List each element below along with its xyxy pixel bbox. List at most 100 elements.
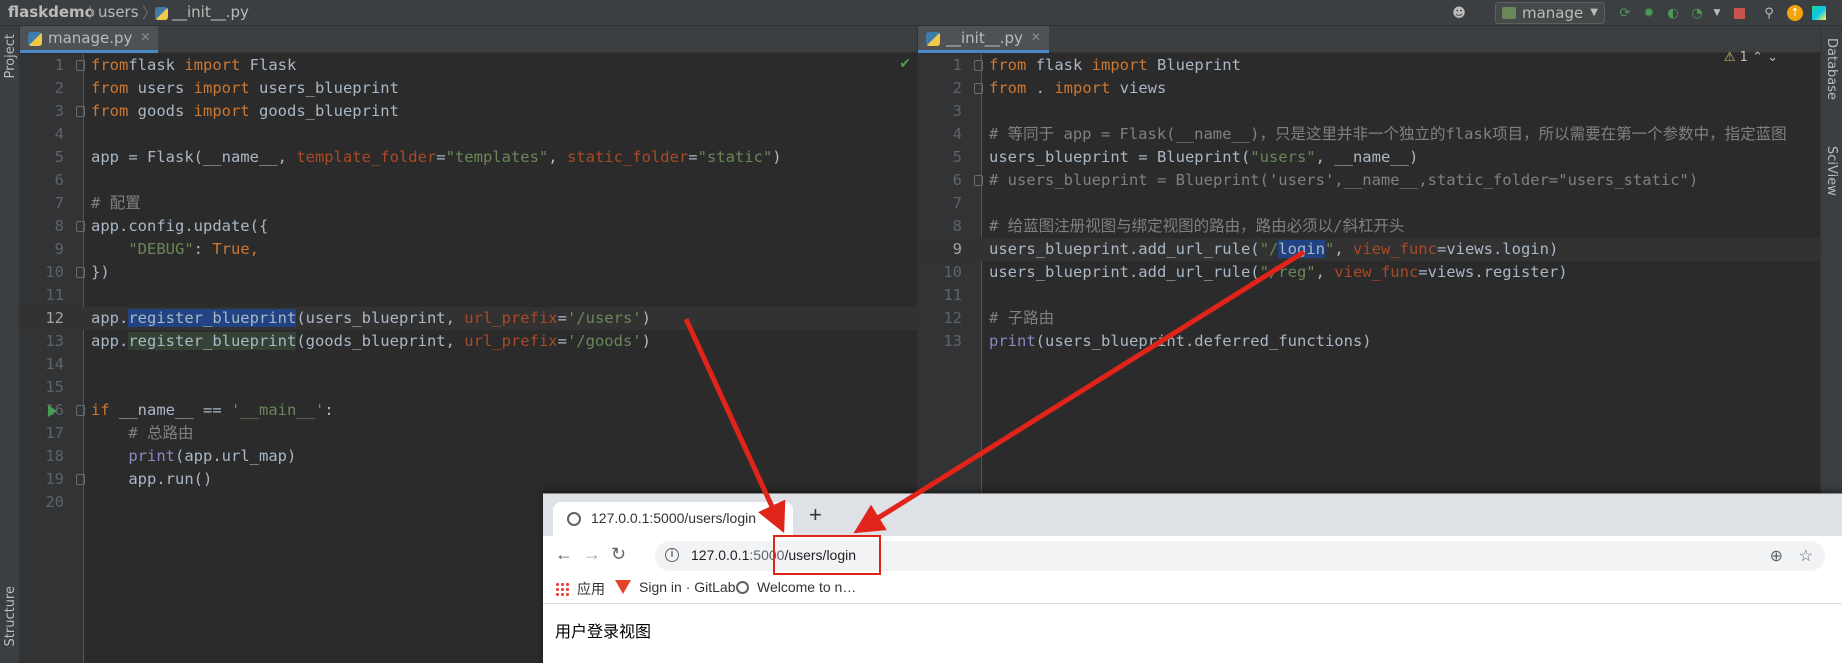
code-line[interactable]: 19 app.run() <box>20 468 917 491</box>
zoom-icon[interactable]: ⊕ <box>1770 546 1783 566</box>
code-line[interactable]: 18 print(app.url_map) <box>20 445 917 468</box>
bookmark-gitlab[interactable]: Sign in · GitLab <box>615 579 736 595</box>
stop-icon[interactable] <box>1730 4 1748 22</box>
profile-icon[interactable]: ◔ <box>1688 4 1706 22</box>
reload-icon[interactable]: ↻ <box>611 544 626 565</box>
forward-icon[interactable]: → <box>583 544 601 565</box>
code-line[interactable]: 11 <box>918 284 1820 307</box>
code-line[interactable]: 17 # 总路由 <box>20 422 917 445</box>
code-line[interactable]: 3 from goods import goods_blueprint <box>20 100 917 123</box>
fold-marker-icon[interactable] <box>76 60 85 71</box>
breadcrumb-file[interactable]: __init__.py <box>172 3 249 21</box>
structure-tool-button[interactable]: Structure <box>3 586 18 646</box>
code-text: # 配置 <box>91 192 141 215</box>
code-line[interactable]: 1 fromflask import Flask <box>20 54 917 77</box>
bookmark-apps[interactable]: 应用 <box>555 579 605 599</box>
code-line[interactable]: 12 # 子路由 <box>918 307 1820 330</box>
bookmark-welcome[interactable]: Welcome to n… <box>736 579 856 595</box>
close-icon[interactable]: ✕ <box>771 510 783 527</box>
code-line[interactable]: 6 <box>20 169 917 192</box>
breadcrumb-project[interactable]: flaskdemo <box>8 3 95 21</box>
code-line[interactable]: 5 app = Flask(__name__, template_folder="… <box>20 146 917 169</box>
fold-marker-icon[interactable] <box>974 60 983 71</box>
run-gutter-icon[interactable] <box>48 405 57 417</box>
code-line[interactable]: 10}) <box>20 261 917 284</box>
code-line[interactable]: 4 # 等同于 app = Flask(__name__)，只是这里并非一个独立的… <box>918 123 1820 146</box>
more-run-options-icon[interactable]: ▼ <box>1708 4 1726 22</box>
fold-marker-icon[interactable] <box>76 267 85 278</box>
line-number: 17 <box>45 424 64 442</box>
coverage-icon[interactable]: ◐ <box>1664 4 1682 22</box>
code-line[interactable]: 16 if __name__ == '__main__': <box>20 399 917 422</box>
code-line[interactable]: 14 <box>20 353 917 376</box>
code-line[interactable]: 7 <box>918 192 1820 215</box>
code-line[interactable]: 2 from users import users_blueprint <box>20 77 917 100</box>
code-token: , <box>548 148 567 166</box>
code-line[interactable]: 5 users_blueprint = Blueprint("users", __… <box>918 146 1820 169</box>
browser-tab[interactable]: 127.0.0.1:5000/users/login ✕ <box>553 502 793 536</box>
code-text: app.config.update({ <box>91 215 268 238</box>
info-icon[interactable]: i <box>665 548 679 562</box>
code-token: =views.login) <box>1436 240 1559 258</box>
new-tab-button[interactable]: + <box>809 502 822 528</box>
plugin-icon[interactable] <box>1810 4 1828 22</box>
code-token: = <box>557 309 567 327</box>
code-line[interactable]: 11 <box>20 284 917 307</box>
code-line[interactable]: 10 users_blueprint.add_url_rule("/reg", v… <box>918 261 1820 284</box>
fold-marker-icon[interactable] <box>974 175 983 186</box>
code-line[interactable]: 9 users_blueprint.add_url_rule("/login", … <box>918 238 1820 261</box>
code-line[interactable]: 7 # 配置 <box>20 192 917 215</box>
update-icon[interactable]: ↑ <box>1786 4 1804 22</box>
line-number: 4 <box>952 125 962 143</box>
tab-init-py[interactable]: __init__.py ✕ <box>918 26 1049 53</box>
user-icon[interactable]: ☻ <box>1450 4 1468 22</box>
project-tool-button[interactable]: Project <box>3 34 18 78</box>
line-number: 11 <box>943 286 962 304</box>
fold-marker-icon[interactable] <box>76 106 85 117</box>
rerun-icon[interactable]: ⟳ <box>1616 4 1634 22</box>
close-icon[interactable]: ✕ <box>1031 30 1041 44</box>
code-line[interactable]: 12 app.register_blueprint(users_blueprint… <box>20 307 917 330</box>
code-line[interactable]: 9 "DEBUG": True, <box>20 238 917 261</box>
code-token: : <box>193 240 213 258</box>
line-number: 3 <box>952 102 962 120</box>
debug-icon[interactable]: ✹ <box>1640 4 1658 22</box>
code-line[interactable]: 1 from flask import Blueprint <box>918 54 1820 77</box>
run-config-select[interactable]: manage ▼ <box>1495 2 1605 24</box>
fold-marker-icon[interactable] <box>974 83 983 94</box>
tab-manage-py[interactable]: manage.py ✕ <box>20 26 159 53</box>
database-tool-button[interactable]: Database <box>1824 38 1839 100</box>
chevron-up-icon[interactable]: ⌃ <box>1752 50 1763 65</box>
code-text: print(users_blueprint.deferred_functions… <box>989 330 1372 353</box>
code-token: , <box>1334 240 1353 258</box>
bookmark-star-icon[interactable]: ☆ <box>1799 546 1813 566</box>
close-icon[interactable]: ✕ <box>140 30 150 44</box>
code-line[interactable]: 4 <box>20 123 917 146</box>
code-line[interactable]: 13 app.register_blueprint(goods_blueprint… <box>20 330 917 353</box>
fold-marker-icon[interactable] <box>76 474 85 485</box>
code-token: , __name__) <box>1315 148 1419 166</box>
code-line[interactable]: 6 # users_blueprint = Blueprint('users',_… <box>918 169 1820 192</box>
code-token: # 子路由 <box>989 309 1055 327</box>
code-line[interactable]: 8 # 给蓝图注册视图与绑定视图的路由，路由必须以/斜杠开头 <box>918 215 1820 238</box>
code-line[interactable]: 8 app.config.update({ <box>20 215 917 238</box>
fold-marker-icon[interactable] <box>76 221 85 232</box>
code-token: users_blueprint.add_url_rule( <box>989 263 1260 281</box>
back-icon[interactable]: ← <box>555 544 573 565</box>
code-token: =views.register) <box>1418 263 1568 281</box>
code-line[interactable]: 13 print(users_blueprint.deferred_functio… <box>918 330 1820 353</box>
code-token: (app.url_map) <box>175 447 297 465</box>
line-number: 19 <box>45 470 64 488</box>
warning-indicator[interactable]: ⚠ 1 ⌃ ⌄ <box>1724 50 1778 65</box>
code-line[interactable]: 15 <box>20 376 917 399</box>
search-icon[interactable]: ⚲ <box>1760 4 1778 22</box>
code-line[interactable]: 2 from . import views <box>918 77 1820 100</box>
code-token: from <box>91 79 129 97</box>
breadcrumb-folder[interactable]: users <box>98 3 139 21</box>
chevron-down-icon[interactable]: ⌄ <box>1767 50 1778 65</box>
bookmark-label: Welcome to n… <box>757 579 857 595</box>
code-line[interactable]: 3 <box>918 100 1820 123</box>
code-token: __name__ == <box>109 401 231 419</box>
sciview-tool-button[interactable]: SciView <box>1824 146 1839 196</box>
fold-marker-icon[interactable] <box>76 405 85 416</box>
